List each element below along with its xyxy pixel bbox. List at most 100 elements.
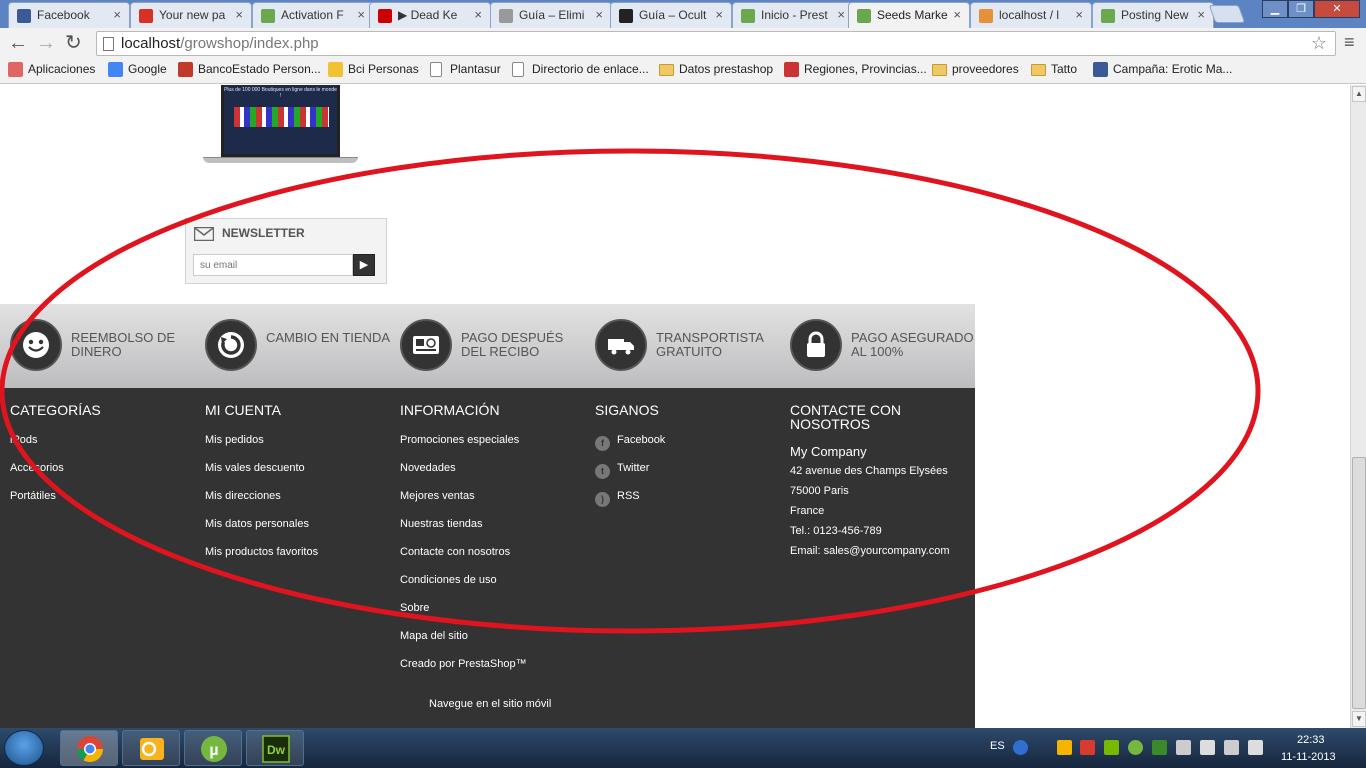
reload-icon[interactable]: ↻: [65, 32, 82, 54]
tab-label: Inicio - Prest: [761, 8, 828, 22]
bookmark-item[interactable]: Plantasur: [430, 62, 501, 77]
bookmark-item[interactable]: Google: [108, 62, 167, 77]
bookmark-label: Plantasur: [450, 62, 501, 76]
menu-icon[interactable]: ≡: [1344, 32, 1355, 53]
maximize-button[interactable]: ❐: [1288, 0, 1314, 18]
device-icon[interactable]: [1200, 740, 1215, 755]
url-text[interactable]: localhost/growshop/index.php: [121, 35, 319, 52]
folder-icon: [932, 64, 947, 76]
bookmark-star-icon[interactable]: ☆: [1311, 33, 1327, 54]
bookmarks-bar: Aplicaciones Google BancoEstado Person... B…: [0, 58, 1366, 84]
close-tab-icon[interactable]: ×: [357, 7, 365, 22]
bookmark-item[interactable]: BancoEstado Person...: [178, 62, 321, 77]
browser-tab[interactable]: Activation F ×: [252, 2, 374, 28]
nvidia-icon[interactable]: [1104, 740, 1119, 755]
taskbar-utorrent[interactable]: µ: [184, 730, 242, 766]
taskbar-dreamweaver[interactable]: Dw: [246, 730, 304, 766]
tab-label: Guía – Elimi: [519, 8, 585, 22]
bookmark-label: Regiones, Provincias...: [804, 62, 927, 76]
tab-label: Guía – Ocult: [639, 8, 707, 22]
bookmark-item[interactable]: Bci Personas: [328, 62, 419, 77]
utorrent-icon: µ: [201, 736, 227, 762]
prestashop-icon: [1101, 9, 1115, 23]
scroll-up-button[interactable]: ▲: [1352, 86, 1366, 102]
close-tab-icon[interactable]: ×: [837, 7, 845, 22]
bookmark-item[interactable]: Campaña: Erotic Ma...: [1093, 62, 1232, 77]
new-tab-button[interactable]: [1208, 5, 1246, 23]
close-tab-icon[interactable]: ×: [715, 7, 723, 22]
bookmark-item[interactable]: Aplicaciones: [8, 62, 95, 77]
bookmark-label: proveedores: [952, 62, 1019, 76]
tray-app-icon[interactable]: [1152, 740, 1167, 755]
close-tab-icon[interactable]: ×: [595, 7, 603, 22]
tab-label: ▶ Dead Ke: [398, 8, 458, 22]
bookmark-item[interactable]: Datos prestashop: [659, 62, 773, 76]
utorrent-tray-icon[interactable]: [1128, 740, 1143, 755]
gmail-icon: [139, 9, 153, 23]
google-icon: [108, 62, 123, 77]
tab-label: Posting New: [1121, 8, 1189, 22]
close-tab-icon[interactable]: ×: [1197, 7, 1205, 22]
browser-tab[interactable]: Guía – Elimi ×: [490, 2, 612, 28]
tray-app-icon[interactable]: [1080, 740, 1095, 755]
bookmark-item[interactable]: Tatto: [1031, 62, 1077, 76]
taskbar-outlook[interactable]: [122, 730, 180, 766]
bookmark-label: Bci Personas: [348, 62, 419, 76]
screen: Facebook × Your new pa × Activation F × ▶ Dead…: [0, 0, 1366, 768]
facebook-icon: [1093, 62, 1108, 77]
network-icon[interactable]: [1224, 740, 1239, 755]
close-tab-icon[interactable]: ×: [235, 7, 243, 22]
svg-text:µ: µ: [209, 742, 218, 759]
folder-icon: [1031, 64, 1046, 76]
browser-toolbar: ← → ↻ localhost/growshop/index.php ☆ ≡: [0, 28, 1366, 58]
start-button[interactable]: [4, 730, 44, 766]
language-indicator[interactable]: ES: [990, 740, 1005, 752]
browser-tab[interactable]: localhost / l ×: [970, 2, 1092, 28]
clock-time[interactable]: 22:33: [1297, 734, 1325, 746]
flag-icon: [784, 62, 799, 77]
phpmyadmin-icon: [979, 9, 993, 23]
bookmark-item[interactable]: Regiones, Provincias...: [784, 62, 927, 77]
apps-grid-icon: [8, 62, 23, 77]
browser-tab[interactable]: Guía – Ocult ×: [610, 2, 732, 28]
page-scrollbar[interactable]: ▲ ▼: [1350, 85, 1366, 728]
tab-label: Seeds Marke: [877, 8, 948, 22]
browser-tab[interactable]: Inicio - Prest ×: [732, 2, 854, 28]
forward-icon[interactable]: →: [36, 32, 56, 54]
close-tab-icon[interactable]: ×: [474, 7, 482, 22]
close-window-button[interactable]: ✕: [1314, 0, 1360, 18]
prestashop-icon: [857, 9, 871, 23]
tab-strip: Facebook × Your new pa × Activation F × ▶ Dead…: [0, 0, 1366, 28]
close-tab-icon[interactable]: ×: [113, 7, 121, 22]
folder-icon: [659, 64, 674, 76]
bookmark-item[interactable]: Directorio de enlace...: [512, 62, 649, 77]
help-icon[interactable]: [1013, 740, 1028, 755]
facebook-icon: [17, 9, 31, 23]
bookmark-item[interactable]: proveedores: [932, 62, 1019, 76]
close-tab-icon[interactable]: ×: [1075, 7, 1083, 22]
browser-tab[interactable]: ▶ Dead Ke ×: [369, 2, 491, 28]
browser-tab[interactable]: Your new pa ×: [130, 2, 252, 28]
svg-text:Dw: Dw: [267, 743, 286, 757]
browser-tab[interactable]: Seeds Marke ×: [848, 2, 970, 28]
address-bar[interactable]: localhost/growshop/index.php ☆: [96, 31, 1336, 56]
dreamweaver-icon: Dw: [262, 735, 290, 763]
page-icon: [499, 9, 513, 23]
back-icon[interactable]: ←: [8, 32, 28, 54]
bookmark-label: Directorio de enlace...: [532, 62, 649, 76]
browser-tab[interactable]: Facebook ×: [8, 2, 130, 28]
scroll-down-button[interactable]: ▼: [1352, 711, 1366, 727]
scroll-thumb[interactable]: [1352, 457, 1366, 709]
clock-date[interactable]: 11-11-2013: [1281, 751, 1336, 763]
google-drive-icon[interactable]: [1057, 740, 1072, 755]
outlook-icon: [140, 738, 164, 760]
taskbar-chrome[interactable]: [60, 730, 118, 766]
action-center-icon[interactable]: [1176, 740, 1191, 755]
minimize-button[interactable]: ▁: [1262, 0, 1288, 18]
tab-label: Activation F: [281, 8, 344, 22]
close-tab-icon[interactable]: ×: [953, 7, 961, 22]
prestashop-icon: [741, 9, 755, 23]
tab-label: Facebook: [37, 8, 90, 22]
volume-icon[interactable]: [1248, 740, 1263, 755]
browser-tab[interactable]: Posting New ×: [1092, 2, 1214, 28]
